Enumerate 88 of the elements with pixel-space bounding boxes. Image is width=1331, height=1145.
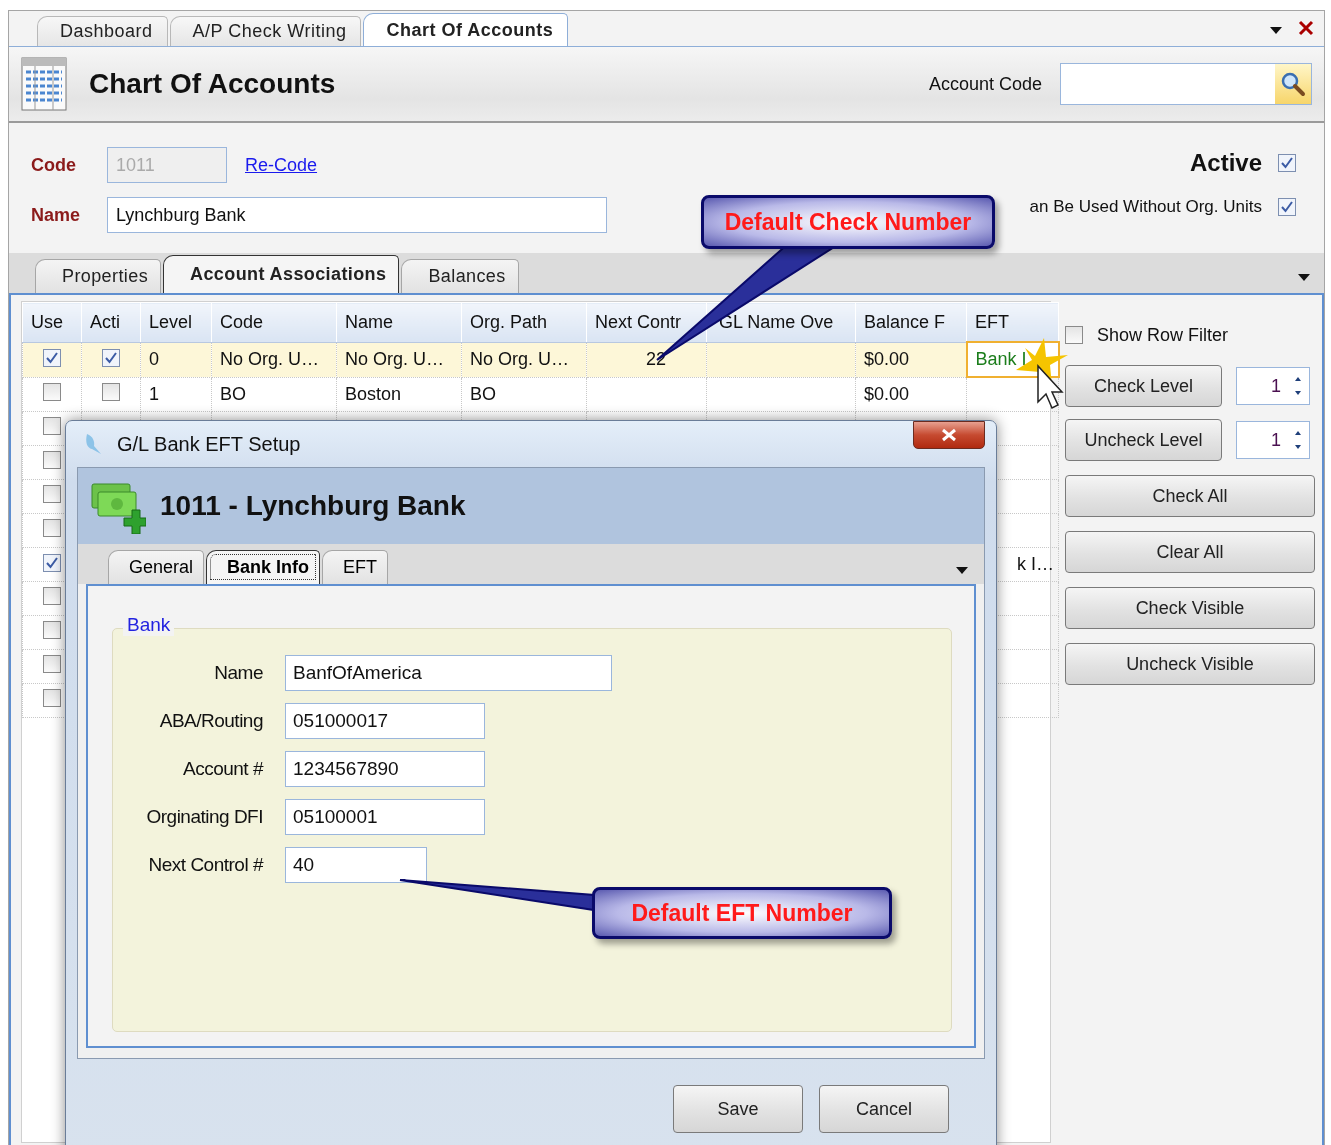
checkbox[interactable] — [43, 349, 61, 367]
checkbox[interactable] — [43, 621, 61, 639]
side-button[interactable]: Clear All — [1065, 531, 1315, 573]
table-cell: No Org. U… — [220, 349, 320, 369]
callout-label: Default Check Number — [701, 195, 995, 249]
bird-icon — [83, 432, 103, 456]
column-header[interactable]: Code — [211, 302, 337, 342]
field-label: Code — [31, 154, 77, 176]
checkbox[interactable] — [1278, 154, 1296, 172]
tab[interactable]: Dashboard — [37, 16, 168, 46]
text-field[interactable]: BanfOfAmerica — [285, 655, 612, 691]
checkbox[interactable] — [43, 689, 61, 707]
table-cell: BO — [220, 383, 246, 404]
checkbox-label: an Be Used Without Org. Units — [1029, 197, 1262, 217]
table-cell: No Org. U… — [470, 349, 570, 369]
field-label: ABA/Routing — [158, 710, 263, 732]
table-cell: BO — [470, 383, 496, 404]
level-button[interactable]: Check Level — [1065, 365, 1222, 407]
text-field[interactable]: 05100001 — [285, 799, 485, 835]
text-field[interactable]: 40 — [285, 847, 427, 883]
checkbox[interactable] — [43, 587, 61, 605]
tab[interactable]: General — [108, 550, 205, 584]
dialog-title: G/L Bank EFT Setup — [117, 432, 301, 456]
column-header[interactable]: Next Contr — [586, 302, 707, 342]
table-cell: Boston — [345, 383, 402, 404]
text-field[interactable]: 051000017 — [285, 703, 485, 739]
level-button[interactable]: Uncheck Level — [1065, 419, 1222, 461]
dropdown-icon[interactable] — [1270, 27, 1282, 34]
text-field[interactable]: 1234567890 — [285, 751, 485, 787]
checkbox[interactable] — [43, 417, 61, 435]
field-label: Next Control # — [147, 854, 263, 876]
column-header[interactable]: Use — [22, 302, 82, 342]
checkbox[interactable] — [43, 554, 61, 572]
table-cell: 0 — [149, 349, 159, 369]
recode-link[interactable]: Re-Code — [245, 154, 318, 176]
tab[interactable]: A/P Check Writing — [169, 16, 362, 46]
column-header[interactable]: EFT — [966, 302, 1059, 342]
page-title: Chart Of Accounts — [89, 68, 336, 100]
column-header[interactable]: Acti — [81, 302, 141, 342]
checkbox-label: Active — [1189, 149, 1262, 177]
tab[interactable]: Balances — [401, 259, 519, 293]
checkbox[interactable] — [1278, 198, 1296, 216]
field-label: Account # — [182, 758, 263, 780]
tab[interactable]: Properties — [35, 259, 162, 293]
column-header[interactable]: Balance F — [855, 302, 967, 342]
field-label: Account Code — [928, 73, 1042, 95]
dialog-button[interactable]: Save — [673, 1085, 803, 1133]
checkbox[interactable] — [43, 655, 61, 673]
dialog-heading: 1011 - Lynchburg Bank — [160, 490, 466, 522]
close-icon[interactable] — [1298, 20, 1314, 36]
checkbox[interactable] — [1065, 326, 1083, 344]
tab[interactable]: EFT — [322, 550, 389, 584]
field-label: Orginating DFI — [145, 806, 263, 828]
column-header[interactable]: Name — [336, 302, 462, 342]
column-header[interactable]: Level — [140, 302, 212, 342]
checkbox[interactable] — [43, 485, 61, 503]
tab[interactable]: Chart Of Accounts — [363, 13, 569, 46]
field-label: Name — [213, 662, 263, 684]
checkbox[interactable] — [43, 451, 61, 469]
tab[interactable]: Account Associations — [163, 255, 400, 293]
side-button[interactable]: Check All — [1065, 475, 1315, 517]
number-spinner[interactable]: 1 — [1236, 367, 1310, 405]
checkbox[interactable] — [43, 382, 61, 401]
table-cell: $0.00 — [864, 383, 910, 404]
tab[interactable]: Bank Info — [206, 550, 321, 584]
table-cell: k I… — [1017, 554, 1054, 574]
table-cell: No Org. U… — [345, 349, 445, 369]
checkbox-label: Show Row Filter — [1097, 324, 1229, 346]
table-cell: 1 — [149, 383, 159, 404]
field-label: Name — [31, 204, 82, 226]
checkbox[interactable] — [43, 519, 61, 537]
spinner-arrows-icon[interactable] — [1293, 375, 1303, 397]
number-spinner[interactable]: 1 — [1236, 421, 1310, 459]
grid-icon — [21, 57, 67, 111]
checkbox[interactable] — [102, 382, 120, 401]
side-button[interactable]: Check Visible — [1065, 587, 1315, 629]
table-cell: $0.00 — [864, 349, 910, 369]
column-header[interactable]: Org. Path — [461, 302, 587, 342]
name-field[interactable]: Lynchburg Bank — [107, 197, 607, 233]
close-button[interactable] — [913, 421, 985, 449]
table-cell: Bank I — [975, 349, 1027, 369]
dialog-button[interactable]: Cancel — [819, 1085, 949, 1133]
spinner-arrows-icon[interactable] — [1293, 429, 1303, 451]
checkbox[interactable] — [102, 349, 120, 367]
dropdown-icon[interactable] — [1298, 274, 1310, 281]
callout-label: Default EFT Number — [592, 887, 892, 939]
dropdown-icon[interactable] — [956, 567, 968, 574]
side-button[interactable]: Uncheck Visible — [1065, 643, 1315, 685]
